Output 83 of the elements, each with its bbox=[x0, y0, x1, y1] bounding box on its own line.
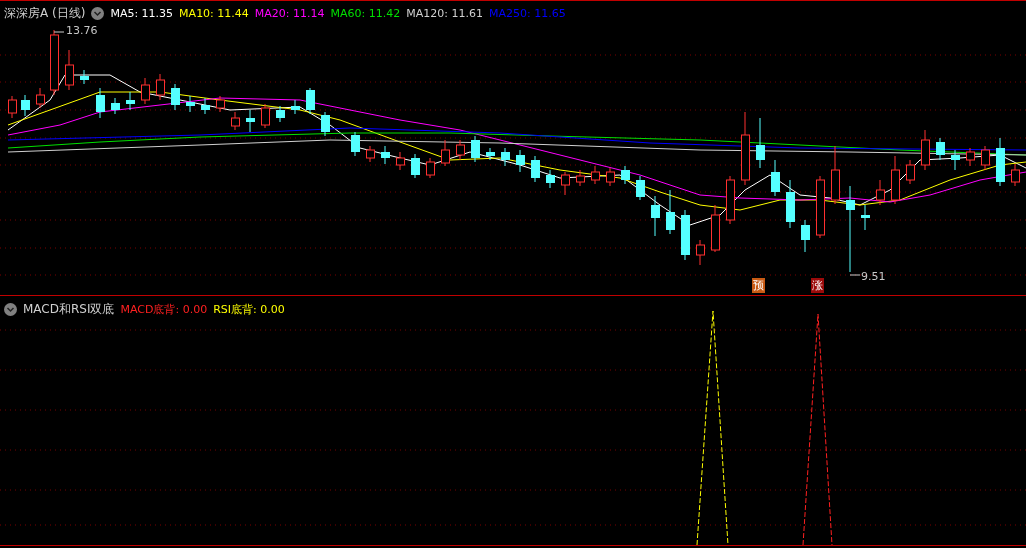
leader-line bbox=[53, 31, 65, 33]
candlestick bbox=[651, 195, 660, 237]
candlestick bbox=[501, 147, 510, 167]
candlestick bbox=[321, 111, 330, 137]
candlestick bbox=[771, 159, 780, 197]
candlestick bbox=[546, 169, 555, 189]
candlestick bbox=[606, 167, 615, 187]
candlestick bbox=[516, 149, 525, 173]
indicator-value: MACD底背: 0.00 bbox=[120, 302, 208, 317]
candlestick bbox=[411, 153, 420, 179]
candlestick bbox=[966, 147, 975, 167]
candlestick bbox=[876, 179, 885, 206]
candlestick bbox=[471, 135, 480, 163]
candlestick bbox=[141, 77, 150, 105]
candlestick bbox=[666, 189, 675, 235]
candlestick bbox=[21, 94, 30, 117]
indicator-value: MA120: 11.61 bbox=[406, 7, 483, 20]
low-price-label: 9.51 bbox=[861, 270, 886, 283]
leader-line bbox=[849, 274, 861, 276]
high-price-label: 13.76 bbox=[66, 24, 98, 37]
candlestick bbox=[921, 129, 930, 171]
candlestick bbox=[291, 99, 300, 115]
indicator-value: RSI底背: 0.00 bbox=[213, 302, 285, 317]
candlestick bbox=[996, 137, 1005, 187]
candlestick bbox=[96, 87, 105, 119]
candlestick bbox=[50, 29, 59, 96]
candlestick bbox=[36, 87, 45, 109]
candlestick bbox=[726, 175, 735, 225]
candlestick bbox=[231, 111, 240, 131]
candlestick bbox=[65, 49, 74, 91]
candlestick bbox=[711, 204, 720, 253]
candlestick bbox=[861, 204, 870, 231]
candlestick bbox=[381, 145, 390, 165]
candlestick bbox=[936, 137, 945, 161]
candlestick bbox=[621, 165, 630, 185]
chart-title: 深深房A (日线) bbox=[4, 5, 86, 22]
candlestick bbox=[486, 147, 495, 161]
candlestick bbox=[561, 171, 570, 196]
candlestick bbox=[756, 117, 765, 169]
candlestick bbox=[831, 145, 840, 205]
signal-marker: 预 bbox=[752, 278, 765, 293]
candlestick bbox=[366, 145, 375, 163]
candlestick bbox=[126, 91, 135, 111]
candlestick bbox=[636, 175, 645, 201]
candlestick bbox=[261, 103, 270, 129]
candlestick bbox=[111, 97, 120, 115]
indicator-value: MA60: 11.42 bbox=[330, 7, 401, 20]
candlestick bbox=[981, 145, 990, 171]
candlestick bbox=[216, 95, 225, 113]
candlestick bbox=[186, 95, 195, 113]
candlestick bbox=[576, 169, 585, 187]
candlestick bbox=[201, 97, 210, 115]
candlestick bbox=[426, 157, 435, 179]
dropdown-icon[interactable] bbox=[91, 7, 105, 20]
candlestick bbox=[951, 149, 960, 171]
candlestick bbox=[456, 139, 465, 161]
candlestick bbox=[156, 73, 165, 101]
candlestick bbox=[801, 219, 810, 253]
candlestick bbox=[396, 151, 405, 171]
indicator-title: MACD和RSI双底 bbox=[23, 301, 115, 318]
candlestick bbox=[171, 83, 180, 111]
candlestick bbox=[276, 105, 285, 123]
candlestick bbox=[891, 155, 900, 205]
dropdown-icon[interactable] bbox=[4, 303, 17, 316]
candlestick bbox=[246, 109, 255, 133]
indicator-value: MA20: 11.14 bbox=[254, 7, 325, 20]
indicator-value: MA250: 11.65 bbox=[489, 7, 566, 20]
candlestick bbox=[696, 239, 705, 266]
candlestick bbox=[1011, 163, 1020, 187]
candlestick bbox=[351, 131, 360, 157]
candlestick bbox=[906, 159, 915, 185]
signal-marker: 涨 bbox=[811, 278, 824, 293]
candlestick bbox=[8, 95, 17, 119]
candlestick bbox=[816, 175, 825, 239]
candlestick bbox=[786, 179, 795, 229]
candlestick bbox=[591, 165, 600, 185]
candlestick bbox=[681, 209, 690, 261]
candlestick bbox=[80, 69, 89, 85]
candlestick bbox=[531, 155, 540, 183]
indicator-value: MA10: 11.44 bbox=[179, 7, 249, 20]
candlestick bbox=[306, 87, 315, 115]
indicator-value: MA5: 11.35 bbox=[110, 7, 174, 20]
candlestick bbox=[441, 139, 450, 167]
